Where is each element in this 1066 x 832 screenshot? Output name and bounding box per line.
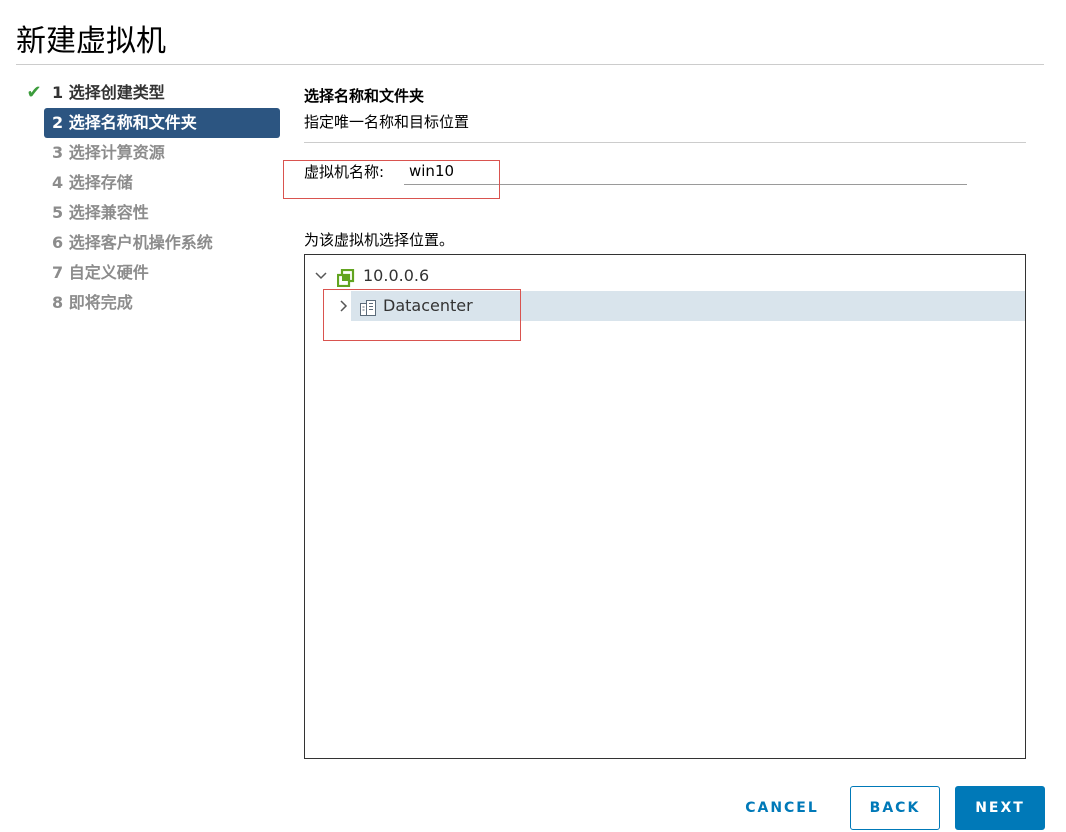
step-select-storage: 4 选择存储 <box>24 168 282 198</box>
step-label: 3 选择计算资源 <box>52 143 165 162</box>
step-label: 4 选择存储 <box>52 173 133 192</box>
chevron-down-icon[interactable] <box>313 261 329 302</box>
tree-node-label: Datacenter <box>383 296 473 315</box>
step-select-compatibility: 5 选择兼容性 <box>24 198 282 228</box>
location-tree[interactable]: 10.0.0.6 Datacenter <box>304 254 1026 759</box>
cancel-button[interactable]: CANCEL <box>736 786 828 830</box>
section-title: 选择名称和文件夹 <box>304 87 425 105</box>
step-label: 8 即将完成 <box>52 293 133 312</box>
tree-node-vcenter[interactable]: 10.0.0.6 <box>305 261 1025 291</box>
section-subtitle: 指定唯一名称和目标位置 <box>304 113 470 131</box>
next-button[interactable]: NEXT <box>955 786 1045 830</box>
step-customize-hardware: 7 自定义硬件 <box>24 258 282 288</box>
step-label: 2 选择名称和文件夹 <box>52 113 197 132</box>
vcenter-icon <box>336 267 355 288</box>
back-button[interactable]: BACK <box>850 786 940 830</box>
step-select-creation-type[interactable]: ✔ 1 选择创建类型 <box>24 78 282 108</box>
step-label: 6 选择客户机操作系统 <box>52 233 213 252</box>
title-divider <box>16 64 1044 65</box>
step-select-name-folder[interactable]: 2 选择名称和文件夹 <box>44 108 280 138</box>
section-divider <box>304 142 1026 143</box>
checkmark-icon: ✔ <box>26 82 42 103</box>
step-select-guest-os: 6 选择客户机操作系统 <box>24 228 282 258</box>
vm-name-label: 虚拟机名称: <box>304 163 385 181</box>
tree-node-label: 10.0.0.6 <box>363 266 430 285</box>
datacenter-icon <box>359 297 377 316</box>
chevron-right-icon[interactable] <box>335 291 351 332</box>
step-label: 5 选择兼容性 <box>52 203 149 222</box>
location-label: 为该虚拟机选择位置。 <box>304 231 455 249</box>
wizard-steps: ✔ 1 选择创建类型 2 选择名称和文件夹 3 选择计算资源 4 选择存储 5 … <box>24 78 282 318</box>
step-label: 1 选择创建类型 <box>52 83 165 102</box>
step-select-compute-resource: 3 选择计算资源 <box>24 138 282 168</box>
dialog-title: 新建虚拟机 <box>16 24 166 59</box>
step-ready-to-complete: 8 即将完成 <box>24 288 282 318</box>
tree-node-datacenter[interactable]: Datacenter <box>340 291 1025 321</box>
vm-name-input[interactable] <box>404 158 967 185</box>
step-label: 7 自定义硬件 <box>52 263 149 282</box>
